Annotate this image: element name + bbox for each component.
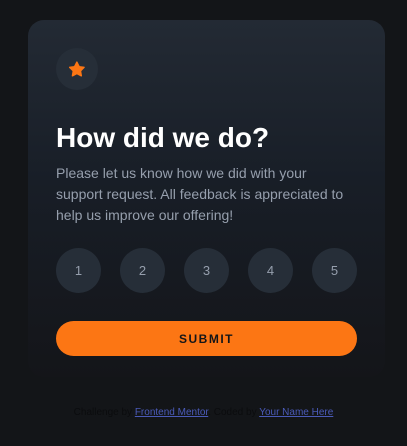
- author-link[interactable]: Your Name Here: [259, 407, 333, 418]
- rating-option-1[interactable]: 1: [56, 248, 101, 293]
- rating-card: How did we do? Please let us know how we…: [28, 20, 385, 377]
- star-icon: [69, 61, 85, 77]
- rating-option-2[interactable]: 2: [120, 248, 165, 293]
- frontend-mentor-link[interactable]: Frontend Mentor: [135, 407, 208, 418]
- submit-button[interactable]: SUBMIT: [56, 321, 357, 356]
- attribution-prefix: Challenge by: [73, 407, 133, 418]
- attribution: Challenge by Frontend Mentor. Coded by Y…: [0, 407, 407, 418]
- rating-options: 1 2 3 4 5: [56, 248, 357, 293]
- rating-option-4[interactable]: 4: [248, 248, 293, 293]
- rating-option-5[interactable]: 5: [312, 248, 357, 293]
- attribution-middle: . Coded by: [208, 407, 257, 418]
- rating-option-3[interactable]: 3: [184, 248, 229, 293]
- page-title: How did we do?: [56, 122, 270, 153]
- card-description: Please let us know how we did with your …: [56, 165, 344, 223]
- star-icon-container: [56, 48, 98, 90]
